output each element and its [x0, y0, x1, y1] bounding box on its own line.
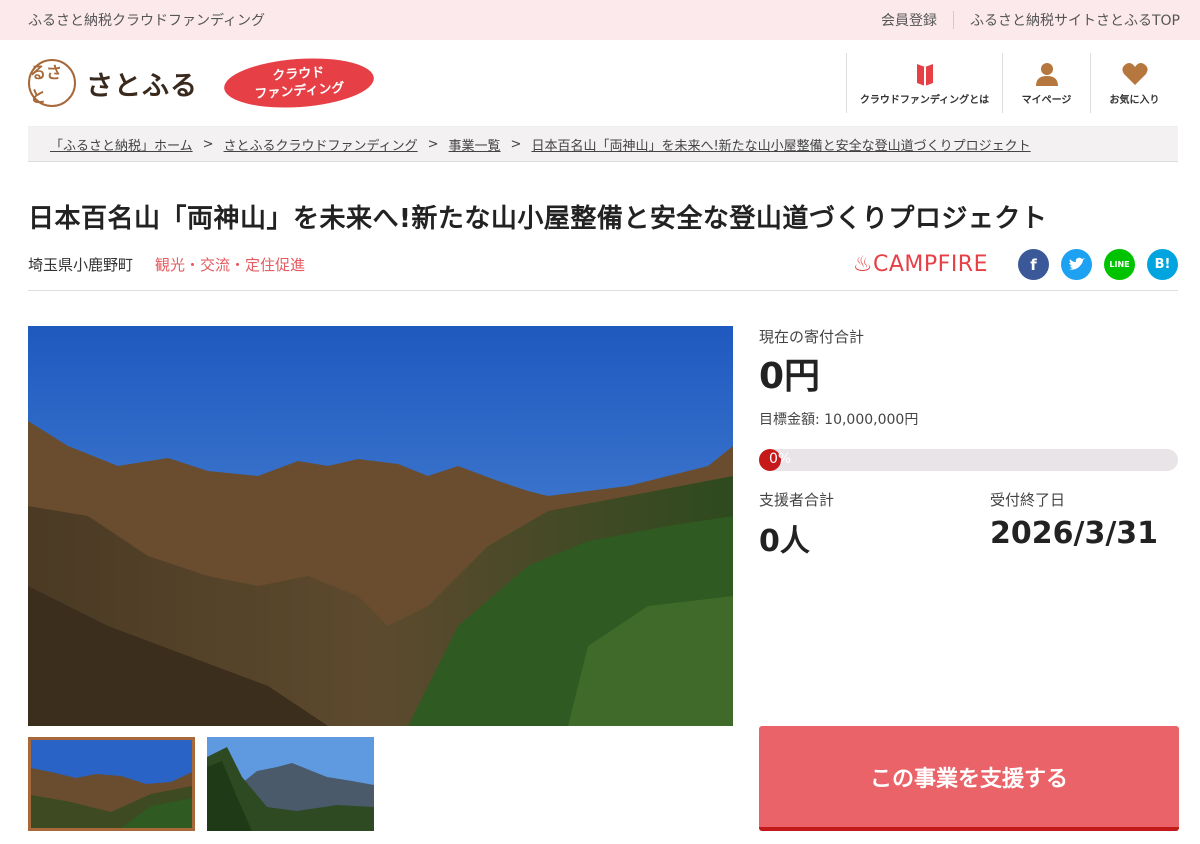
funding-panel: 現在の寄付合計 0円 目標金額: 10,000,000円 0% 支援者合計 0人…: [759, 326, 1179, 831]
user-icon: [1034, 61, 1060, 91]
breadcrumb-current[interactable]: 日本百名山「両神山」を未来へ!新たな山小屋整備と安全な登山道づくりプロジェクト: [531, 135, 1030, 154]
line-icon[interactable]: LINE: [1104, 249, 1135, 280]
nav-mypage[interactable]: マイページ: [1002, 53, 1090, 113]
photo-gallery: [28, 326, 733, 831]
top-bar: ふるさと納税クラウドファンディング 会員登録 ふるさと納税サイトさとふるTOP: [0, 0, 1200, 40]
thumbnail-strip: [28, 737, 733, 831]
location: 埼玉県小鹿野町: [28, 256, 134, 274]
book-icon: [914, 61, 936, 91]
thumbnail-image: [31, 740, 192, 828]
progress-bar: 0%: [759, 449, 1178, 471]
current-total-value: 0円: [759, 356, 821, 397]
support-project-button[interactable]: この事業を支援する: [759, 726, 1179, 831]
deadline-value: 2026/3/31: [990, 516, 1159, 551]
breadcrumb: 「ふるさと納税」ホーム > さとふるクラウドファンディング > 事業一覧 > 日…: [28, 126, 1178, 162]
supporters-label: 支援者合計: [759, 491, 835, 509]
logo[interactable]: るさと さとふる クラウド ファンディング: [28, 53, 376, 113]
breadcrumb-home[interactable]: 「ふるさと納税」ホーム: [50, 135, 193, 154]
page-title: 日本百名山「両神山」を未来へ!新たな山小屋整備と安全な登山道づくりプロジェクト: [28, 204, 1048, 234]
partner-name: CAMPFIRE: [873, 252, 988, 277]
satofull-top-link[interactable]: ふるさと納税サイトさとふるTOP: [970, 10, 1180, 30]
nav-about-crowdfunding[interactable]: クラウドファンディングとは: [846, 53, 1002, 113]
flame-icon: ♨: [852, 252, 873, 277]
thumbnail-2[interactable]: [207, 737, 374, 831]
site-header: るさと さとふる クラウド ファンディング クラウドファンディングとは マイペー…: [0, 40, 1200, 126]
campfire-logo: ♨CAMPFIRE: [853, 252, 988, 277]
nav-label: お気に入り: [1109, 94, 1160, 106]
twitter-icon[interactable]: [1061, 249, 1092, 280]
facebook-icon[interactable]: f: [1018, 249, 1049, 280]
logo-mark-icon: るさと: [28, 59, 76, 107]
nav-favorites[interactable]: お気に入り: [1090, 53, 1178, 113]
divider: [952, 11, 954, 29]
site-name: ふるさと納税クラウドファンディング: [28, 13, 266, 29]
crowdfunding-badge: クラウド ファンディング: [222, 53, 376, 113]
category-tags[interactable]: 観光・交流・定住促進: [155, 254, 305, 275]
thumbnail-1[interactable]: [28, 737, 195, 831]
breadcrumb-projects[interactable]: 事業一覧: [449, 135, 501, 154]
deadline-block: 受付終了日 2026/3/31: [990, 489, 1178, 560]
supporters-block: 支援者合計 0人: [759, 489, 834, 560]
meta-left: 埼玉県小鹿野町 観光・交流・定住促進: [28, 254, 305, 275]
main-photo: [28, 326, 733, 726]
breadcrumb-crowdfunding[interactable]: さとふるクラウドファンディング: [224, 135, 418, 154]
breadcrumb-separator: >: [202, 136, 214, 152]
project-meta: 埼玉県小鹿野町 観光・交流・定住促進 ♨CAMPFIRE f LINE B!: [28, 249, 1178, 291]
funding-stats: 支援者合計 0人 受付終了日 2026/3/31: [759, 489, 1178, 560]
heart-icon: [1121, 61, 1149, 91]
register-link[interactable]: 会員登録: [881, 10, 937, 30]
thumbnail-image: [207, 737, 374, 831]
goal-amount: 目標金額: 10,000,000円: [759, 412, 919, 428]
breadcrumb-separator: >: [427, 136, 439, 152]
mountain-landscape-image: [28, 326, 733, 726]
nav-label: クラウドファンディングとは: [859, 94, 990, 106]
hatena-bookmark-icon[interactable]: B!: [1147, 249, 1178, 280]
share-bar: ♨CAMPFIRE f LINE B!: [853, 249, 1178, 280]
nav-label: マイページ: [1021, 94, 1072, 106]
logo-text: さとふる: [86, 70, 198, 102]
header-nav: クラウドファンディングとは マイページ お気に入り: [846, 53, 1178, 113]
progress-percent: 0%: [769, 451, 792, 467]
supporters-value: 0人: [759, 524, 810, 559]
current-total-label: 現在の寄付合計: [759, 328, 865, 346]
breadcrumb-separator: >: [510, 136, 522, 152]
top-links: 会員登録 ふるさと納税サイトさとふるTOP: [881, 10, 1180, 30]
project-content: 現在の寄付合計 0円 目標金額: 10,000,000円 0% 支援者合計 0人…: [28, 326, 1179, 831]
deadline-label: 受付終了日: [990, 491, 1066, 509]
